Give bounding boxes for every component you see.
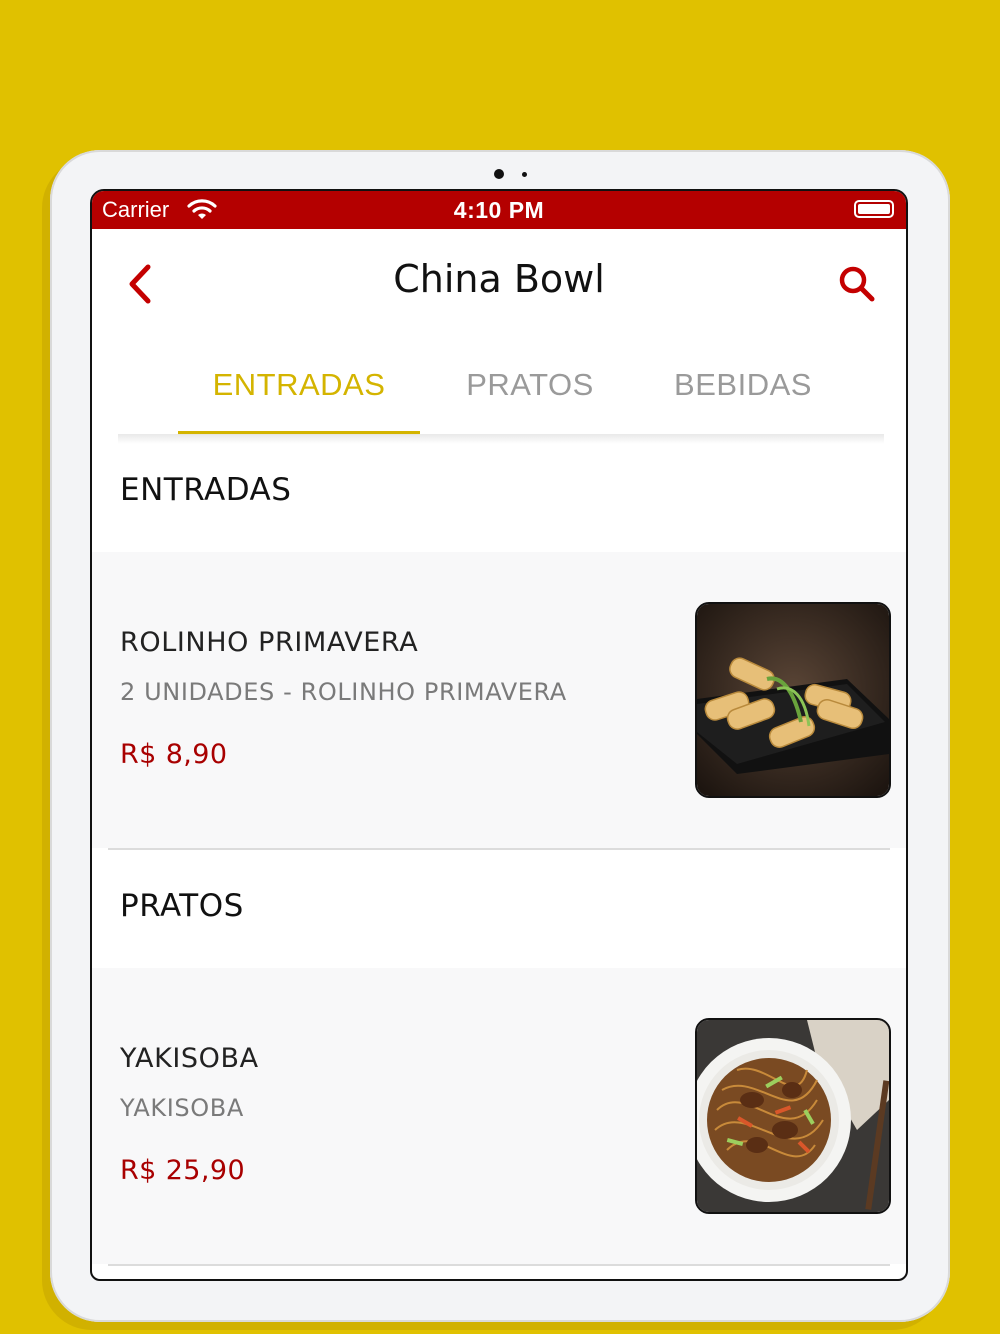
- clock-label: 4:10 PM: [453, 197, 545, 223]
- section-header-entradas: ENTRADAS: [92, 444, 906, 552]
- navigation-bar: China Bowl: [92, 229, 906, 329]
- tabs-shadow: [118, 434, 884, 444]
- section-title: ENTRADAS: [120, 472, 292, 508]
- status-bar: Carrier 4:10 PM: [92, 191, 906, 229]
- item-name: YAKISOBA: [120, 1043, 259, 1074]
- item-price: R$ 25,90: [120, 1155, 246, 1186]
- item-name: ROLINHO PRIMAVERA: [120, 627, 419, 658]
- menu-item-yakisoba[interactable]: YAKISOBA YAKISOBA R$ 25,90: [92, 968, 906, 1264]
- menu-item-rolinho-primavera[interactable]: ROLINHO PRIMAVERA 2 UNIDADES - ROLINHO P…: [92, 552, 906, 848]
- spring-rolls-image: [695, 602, 891, 798]
- page-title: China Bowl: [393, 257, 605, 301]
- section-header-pratos: PRATOS: [92, 850, 906, 968]
- tab-entradas[interactable]: ENTRADAS: [188, 367, 410, 403]
- app-screen: Carrier 4:10 PM China Bowl ENTRADAS PRAT…: [90, 189, 908, 1281]
- search-icon: [839, 266, 875, 302]
- item-description: 2 UNIDADES - ROLINHO PRIMAVERA: [120, 678, 567, 706]
- item-price: R$ 8,90: [120, 739, 228, 770]
- item-description: YAKISOBA: [120, 1094, 244, 1122]
- section-title: PRATOS: [120, 888, 244, 924]
- battery-icon: [854, 200, 894, 218]
- sensor-dot: [522, 172, 527, 177]
- item-divider: [108, 1264, 890, 1266]
- tab-pratos[interactable]: PRATOS: [430, 367, 630, 403]
- tab-bebidas[interactable]: BEBIDAS: [638, 367, 848, 403]
- category-tabs: ENTRADAS PRATOS BEBIDAS: [118, 341, 884, 437]
- yakisoba-image: [695, 1018, 891, 1214]
- camera-dot: [494, 169, 504, 179]
- search-button[interactable]: [836, 263, 878, 305]
